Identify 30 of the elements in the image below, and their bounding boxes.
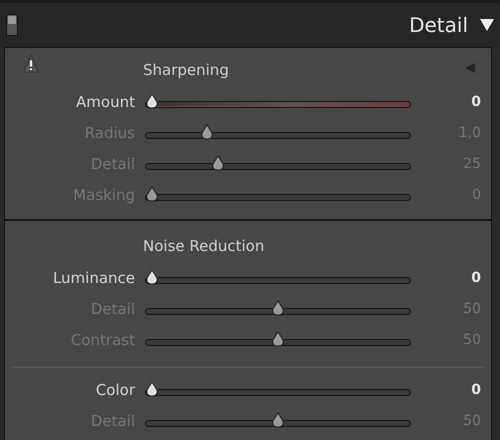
slider-thumb[interactable] <box>200 124 214 140</box>
slider-value: 0 <box>471 270 481 286</box>
slider-thumb[interactable] <box>145 186 159 202</box>
slider[interactable] <box>145 380 411 398</box>
slider-thumb[interactable] <box>271 412 285 428</box>
slider-thumb[interactable] <box>145 380 159 396</box>
panel-title: Detail <box>409 13 468 37</box>
section-title: Sharpening <box>143 61 229 79</box>
slider-thumb[interactable] <box>145 92 159 108</box>
slider[interactable] <box>145 300 411 318</box>
slider[interactable] <box>145 92 411 110</box>
slider[interactable] <box>145 186 411 204</box>
slider-thumb[interactable] <box>271 300 285 316</box>
slider-label: Amount <box>76 92 135 110</box>
section-title: Noise Reduction <box>143 237 264 255</box>
slider-value: 0 <box>471 94 481 110</box>
warning-icon[interactable] <box>23 54 39 74</box>
slider-label: Luminance <box>52 268 135 286</box>
collapse-icon[interactable] <box>480 19 494 31</box>
slider[interactable] <box>145 124 411 142</box>
slider[interactable] <box>145 330 411 348</box>
slider-thumb[interactable] <box>210 154 225 170</box>
panel-switch-icon[interactable] <box>6 14 18 36</box>
slider-value: 0 <box>471 382 481 398</box>
slider[interactable] <box>145 412 411 430</box>
slider[interactable] <box>145 154 411 172</box>
slider[interactable] <box>145 268 411 286</box>
slider-thumb[interactable] <box>271 330 285 346</box>
slider-label: Color <box>96 380 135 398</box>
slider-thumb[interactable] <box>145 268 159 284</box>
